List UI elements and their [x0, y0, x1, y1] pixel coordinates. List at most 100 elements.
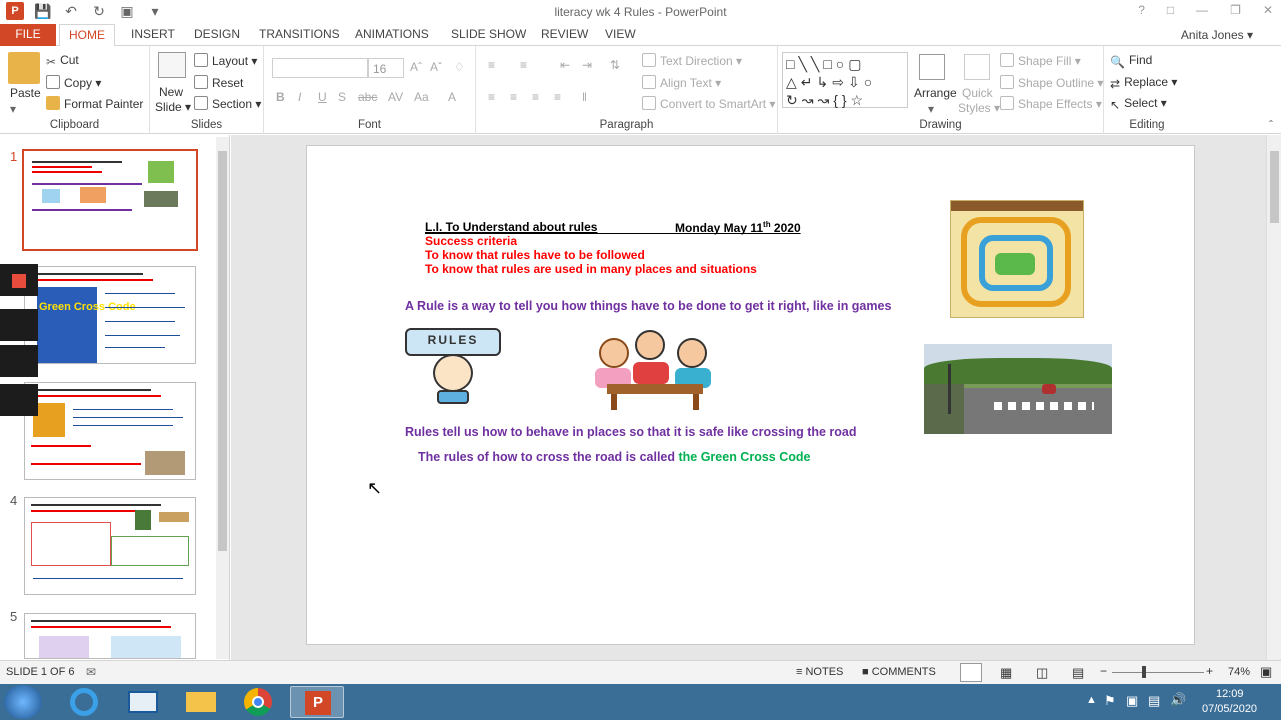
fit-slide-icon[interactable]: ▣ [1260, 664, 1272, 680]
tab-view[interactable]: VIEW [596, 24, 645, 46]
arrange-icon[interactable] [919, 54, 945, 80]
tab-transitions[interactable]: TRANSITIONS [250, 24, 349, 46]
quick-styles-button[interactable]: Styles ▾ [958, 101, 1000, 115]
thumbnail-scroll-thumb[interactable] [218, 151, 227, 551]
chrome-icon[interactable] [232, 686, 286, 718]
line-spacing-icon[interactable]: ⇅ [610, 58, 620, 72]
paste-icon[interactable] [8, 52, 40, 84]
reading-view-icon[interactable]: ◫ [1036, 665, 1048, 681]
record-overlay-button[interactable] [0, 264, 38, 296]
bold-icon[interactable]: B [276, 90, 285, 104]
ribbon-display-icon[interactable]: □ [1167, 3, 1174, 17]
overlay-button-2[interactable] [0, 309, 38, 341]
network-icon[interactable]: ▤ [1148, 693, 1160, 709]
select-button[interactable]: ↖ Select ▾ [1110, 96, 1167, 112]
clock-time[interactable]: 12:09 [1216, 688, 1244, 700]
cut-button[interactable]: ✂ Cut [46, 53, 79, 69]
character-spacing-icon[interactable]: AV [388, 90, 403, 104]
grow-font-icon[interactable]: Aˆ [410, 60, 422, 74]
clear-formatting-icon[interactable]: ♢ [454, 60, 465, 74]
app-window-icon[interactable] [116, 686, 170, 718]
slide-thumbnail-5[interactable] [24, 613, 196, 659]
zoom-slider[interactable] [1112, 672, 1204, 673]
thumbnail-scrollbar[interactable] [216, 137, 229, 659]
text-direction-button[interactable]: Text Direction ▾ [642, 53, 742, 68]
numbering-icon[interactable]: ≡ [520, 58, 527, 72]
format-painter-button[interactable]: Format Painter [46, 96, 143, 111]
tab-review[interactable]: REVIEW [532, 24, 597, 46]
tab-slide-show[interactable]: SLIDE SHOW [442, 24, 535, 46]
paste-button[interactable]: Paste [10, 86, 41, 100]
restore-icon[interactable]: ❐ [1230, 3, 1241, 17]
help-icon[interactable]: ? [1138, 3, 1145, 17]
new-slide-button[interactable]: Slide ▾ [155, 100, 191, 114]
align-center-icon[interactable]: ≡ [510, 90, 517, 104]
quick-styles-label[interactable]: Quick [962, 86, 993, 100]
current-slide[interactable]: L.I. To Understand about rules Monday Ma… [306, 145, 1195, 645]
minimize-icon[interactable]: — [1196, 3, 1208, 17]
new-slide-label[interactable]: New [159, 85, 183, 99]
align-right-icon[interactable]: ≡ [532, 90, 539, 104]
increase-indent-icon[interactable]: ⇥ [582, 58, 592, 72]
slide-sorter-icon[interactable]: ▦ [1000, 665, 1012, 681]
user-account[interactable]: Anita Jones ▾ [1181, 28, 1253, 42]
underline-icon[interactable]: U [318, 90, 327, 104]
notes-button[interactable]: ≡ NOTES [796, 666, 843, 678]
show-hidden-icons[interactable]: ▲ [1086, 694, 1097, 706]
canvas-scrollbar[interactable] [1266, 135, 1281, 660]
action-center-icon[interactable]: ⚑ [1104, 693, 1116, 709]
tab-home[interactable]: HOME [59, 24, 115, 47]
section-button[interactable]: Section ▾ [194, 96, 261, 111]
align-text-button[interactable]: Align Text ▾ [642, 75, 721, 90]
shape-outline-button[interactable]: Shape Outline ▾ [1000, 75, 1103, 90]
slide-thumbnail-3[interactable] [24, 382, 196, 480]
columns-icon[interactable]: ‖ [582, 90, 587, 104]
slide-thumbnail-4[interactable] [24, 497, 196, 595]
font-size-input[interactable]: 16 [368, 58, 404, 78]
change-case-icon[interactable]: Aa [414, 90, 429, 104]
find-button[interactable]: 🔍 Find [1110, 53, 1152, 69]
tab-file[interactable]: FILE [0, 24, 56, 46]
zoom-in-icon[interactable]: + [1206, 664, 1213, 678]
normal-view-icon[interactable] [960, 663, 982, 682]
shadow-icon[interactable]: S [338, 90, 346, 104]
justify-icon[interactable]: ≡ [554, 90, 561, 104]
font-color-icon[interactable]: A [448, 90, 456, 104]
slide-thumbnail-2[interactable]: Green Cross Code [24, 266, 196, 364]
powerpoint-taskbar-icon[interactable]: P [290, 686, 344, 718]
canvas-scroll-thumb[interactable] [1270, 151, 1279, 223]
font-name-input[interactable] [272, 58, 368, 78]
zoom-out-icon[interactable]: − [1100, 664, 1107, 678]
collapse-ribbon-icon[interactable]: ˆ [1269, 118, 1273, 132]
shape-effects-button[interactable]: Shape Effects ▾ [1000, 96, 1102, 111]
layout-button[interactable]: Layout ▾ [194, 53, 257, 68]
shrink-font-icon[interactable]: Aˇ [430, 60, 442, 74]
slide-thumbnail-1[interactable] [22, 149, 198, 251]
file-explorer-icon[interactable] [174, 686, 228, 718]
comments-button[interactable]: ■ COMMENTS [862, 666, 936, 678]
arrange-dropdown-icon[interactable]: ▾ [928, 102, 934, 116]
bullets-icon[interactable]: ≡ [488, 58, 495, 72]
start-button-icon[interactable] [4, 685, 42, 719]
internet-explorer-icon[interactable] [58, 686, 112, 718]
slideshow-view-icon[interactable]: ▤ [1072, 665, 1084, 681]
copy-button[interactable]: Copy ▾ [46, 75, 101, 90]
overlay-button-3[interactable] [0, 345, 38, 377]
reset-button[interactable]: Reset [194, 75, 243, 90]
decrease-indent-icon[interactable]: ⇤ [560, 58, 570, 72]
shapes-gallery[interactable]: □╲╲□○▢ △↵↳⇨⇩○ ↻↝↝{}☆ [782, 52, 908, 108]
zoom-slider-handle[interactable] [1142, 666, 1146, 678]
shape-fill-button[interactable]: Shape Fill ▾ [1000, 53, 1081, 68]
quick-styles-icon[interactable] [964, 54, 990, 80]
arrange-button[interactable]: Arrange [914, 86, 957, 100]
volume-icon[interactable]: 🔊 [1170, 692, 1186, 708]
new-slide-icon[interactable] [158, 52, 186, 78]
clock-date[interactable]: 07/05/2020 [1202, 703, 1257, 715]
strikethrough-icon[interactable]: abc [358, 90, 377, 104]
tab-design[interactable]: DESIGN [185, 24, 249, 46]
close-icon[interactable]: ✕ [1263, 3, 1273, 17]
zoom-level[interactable]: 74% [1228, 666, 1250, 678]
power-icon[interactable]: ▣ [1126, 693, 1138, 709]
paste-dropdown-icon[interactable]: ▾ [10, 102, 16, 116]
overlay-button-4[interactable] [0, 384, 38, 416]
